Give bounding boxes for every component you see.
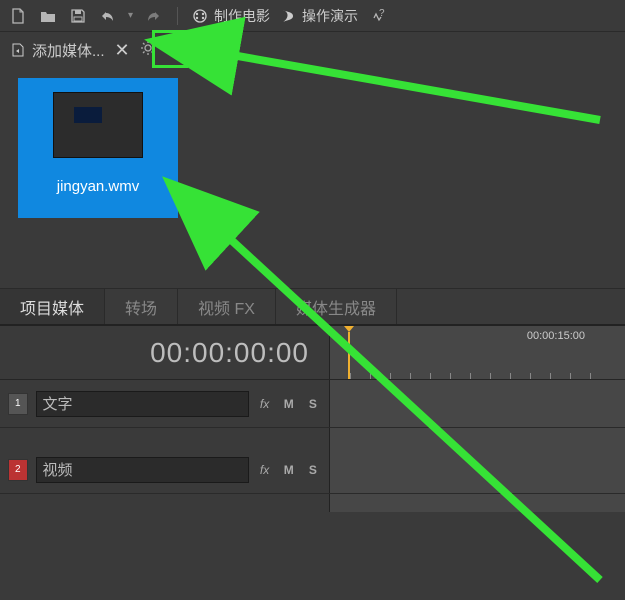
make-movie-button[interactable]: 制作电影 [192,6,270,26]
open-folder-icon[interactable] [38,6,58,26]
track-header: 2 fx M S [0,446,330,493]
track-mute-button[interactable]: M [281,394,297,414]
add-media-button[interactable]: 添加媒体... [10,40,105,61]
track-name-input[interactable] [36,391,249,417]
redo-icon[interactable] [143,6,163,26]
tab-media-generators[interactable]: 媒体生成器 [276,289,397,324]
track-header: 1 fx M S [0,380,330,427]
track-fx-button[interactable]: fx [257,394,273,414]
track-number[interactable]: 2 [8,459,28,481]
panel-header: 添加媒体... ✕ [0,32,625,68]
time-ruler[interactable]: 00:00:15:00 [330,326,625,379]
make-movie-label: 制作电影 [214,6,270,26]
tab-project-media[interactable]: 项目媒体 [0,289,105,324]
track-name-input[interactable] [36,457,249,483]
add-media-label: 添加媒体... [32,40,105,61]
demo-label: 操作演示 [302,6,358,26]
track-row: 1 fx M S [0,380,625,428]
close-icon[interactable]: ✕ [115,40,130,61]
toolbar-separator [177,7,178,25]
panel-tabs: 项目媒体 转场 视频 FX 媒体生成器 [0,288,625,324]
tab-transitions[interactable]: 转场 [105,289,178,324]
demo-button[interactable]: 操作演示 [280,6,358,26]
track-body[interactable] [330,446,625,493]
save-icon[interactable] [68,6,88,26]
settings-gear-icon[interactable] [140,40,156,60]
track-fx-button[interactable]: fx [257,460,273,480]
track-solo-button[interactable]: S [305,394,321,414]
timecode-display[interactable]: 00:00:00:00 [150,337,309,369]
ruler-label: 00:00:15:00 [527,330,585,342]
timecode-row: 00:00:00:00 00:00:15:00 [0,326,625,380]
help-icon[interactable]: ? [368,6,388,26]
track-number[interactable]: 1 [8,393,28,415]
new-file-icon[interactable] [8,6,28,26]
track-mute-button[interactable]: M [281,460,297,480]
media-filename: jingyan.wmv [57,178,140,195]
main-toolbar: ▾ 制作电影 操作演示 ? [0,0,625,32]
track-solo-button[interactable]: S [305,460,321,480]
undo-icon[interactable] [98,6,118,26]
media-thumbnail [53,92,143,158]
timeline-area: 00:00:00:00 00:00:15:00 1 fx M S [0,324,625,512]
track-row: 2 fx M S [0,446,625,494]
svg-text:?: ? [379,9,385,19]
media-item[interactable]: jingyan.wmv [18,78,178,218]
media-area: jingyan.wmv [0,68,625,288]
tab-video-fx[interactable]: 视频 FX [178,289,276,324]
track-body[interactable] [330,380,625,427]
